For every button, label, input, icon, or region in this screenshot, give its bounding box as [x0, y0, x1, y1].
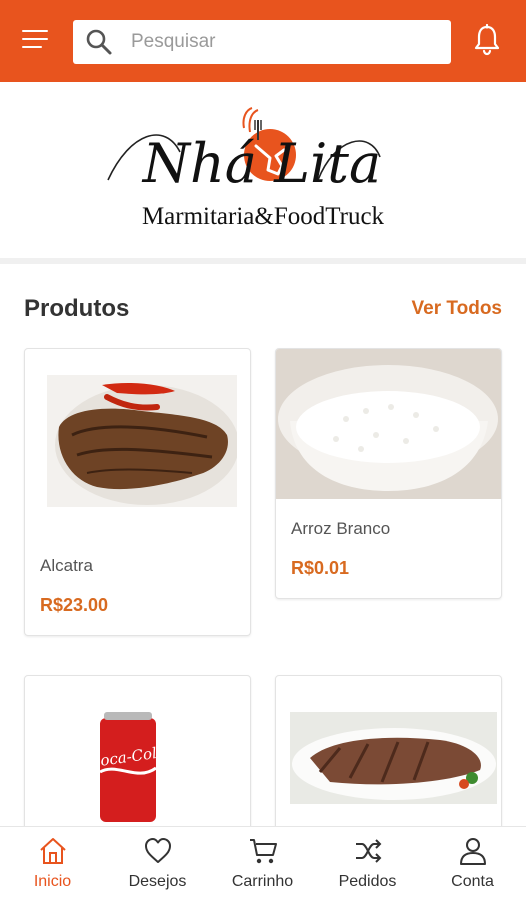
shuffle-icon	[356, 839, 382, 863]
product-price: R$0.01	[291, 558, 350, 578]
product-name: Alcatra	[40, 556, 93, 575]
product-price: R$23.00	[40, 595, 109, 615]
product-name: Arroz Branco	[291, 519, 391, 538]
nav-label: Inicio	[33, 873, 72, 890]
brand-name: Nhá Lita	[141, 132, 381, 195]
brand-tagline: Marmitaria&FoodTruck	[142, 203, 385, 230]
product-image-steak	[47, 375, 237, 507]
search-input[interactable]	[131, 20, 441, 64]
home-icon	[40, 838, 66, 864]
product-image-rice	[276, 349, 501, 499]
nav-item-carrinho[interactable]: Carrinho	[210, 827, 315, 900]
nav-item-desejos[interactable]: Desejos	[105, 827, 210, 900]
heart-icon	[145, 838, 171, 863]
nav-label: Conta	[451, 873, 494, 890]
hamburger-menu-icon[interactable]	[22, 28, 50, 52]
nav-item-conta[interactable]: Conta	[420, 827, 525, 900]
nav-label: Carrinho	[231, 873, 294, 890]
bottom-navigation: Inicio Desejos Carrinho Pedidos Conta	[0, 826, 526, 900]
cart-icon	[250, 839, 277, 864]
user-icon	[460, 838, 486, 865]
bell-icon[interactable]	[472, 24, 502, 56]
brand-logo: Nhá Lita Marmitaria&FoodTruck	[107, 107, 385, 230]
product-card-alcatra[interactable]: Alcatra R$23.00	[24, 348, 251, 636]
nav-label: Desejos	[128, 873, 187, 890]
section-divider	[0, 258, 526, 264]
product-image-soda-can: Coca-Cola	[97, 712, 159, 822]
brand-logo-banner: Nhá Lita Marmitaria&FoodTruck	[0, 82, 526, 258]
top-app-bar	[0, 0, 526, 82]
nav-item-pedidos[interactable]: Pedidos	[315, 827, 420, 900]
search-bar[interactable]	[73, 20, 451, 64]
products-section-title: Produtos	[24, 295, 130, 322]
nav-label: Pedidos	[338, 873, 397, 890]
see-all-link[interactable]: Ver Todos	[412, 298, 502, 320]
nav-item-inicio[interactable]: Inicio	[0, 827, 105, 900]
search-icon[interactable]	[85, 28, 113, 56]
product-image-beef-slices	[290, 712, 497, 804]
product-card-arroz-branco[interactable]: Arroz Branco R$0.01	[275, 348, 502, 599]
